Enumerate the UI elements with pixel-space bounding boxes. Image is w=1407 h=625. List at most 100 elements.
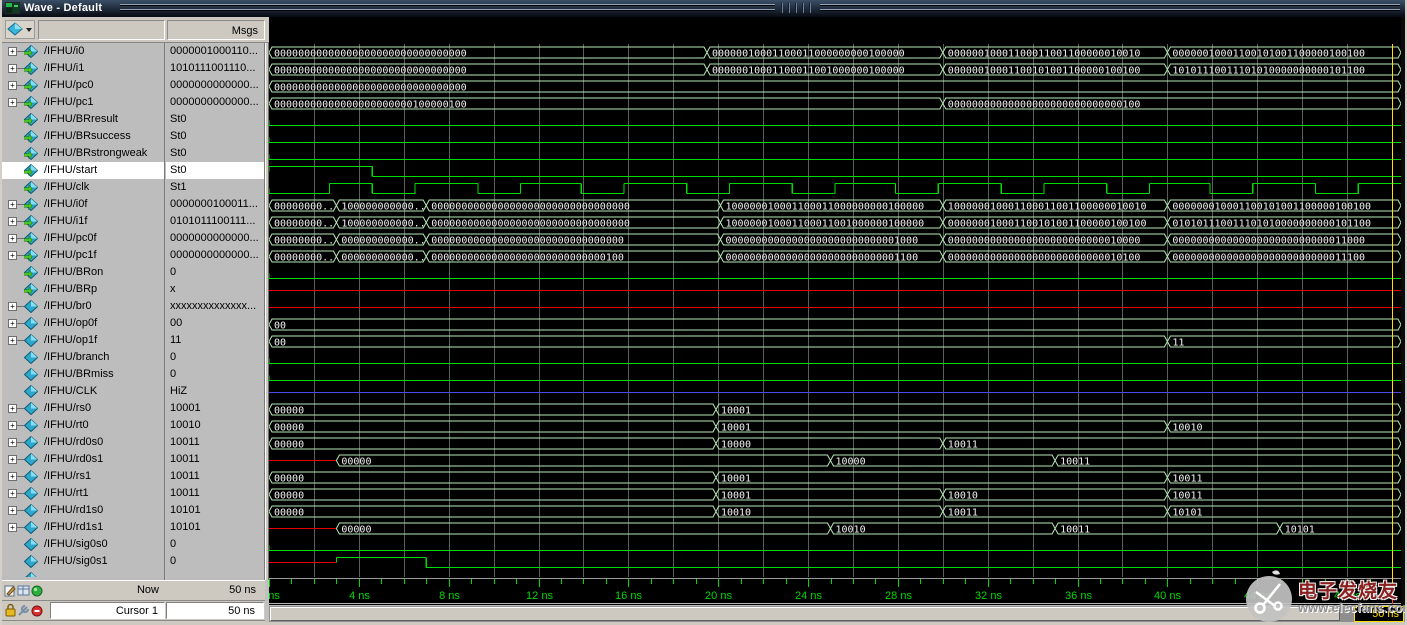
signal-row[interactable]: /IFHU/sig0s1 — [2, 553, 164, 570]
signal-value-row[interactable]: xxxxxxxxxxxxxx... — [166, 298, 264, 315]
titlebar[interactable]: Wave - Default — [2, 0, 1407, 17]
signal-value-row[interactable]: 11 — [166, 332, 264, 349]
expand-button[interactable]: + — [8, 455, 17, 464]
signal-row[interactable]: + /IFHU/br0 — [2, 298, 164, 315]
signal-row[interactable]: + /IFHU/pc1 — [2, 94, 164, 111]
signal-row[interactable]: /IFHU/BRsuccess — [2, 128, 164, 145]
signal-row[interactable]: /IFHU/start — [2, 162, 164, 179]
signal-value-row[interactable]: 0101011100111... — [166, 213, 264, 230]
signal-row[interactable]: /IFHU/branch — [2, 349, 164, 366]
signal-value-row[interactable]: 0000001000110... — [166, 43, 264, 60]
expand-button[interactable]: + — [8, 421, 17, 430]
signal-value-row[interactable]: 10011 — [166, 451, 264, 468]
expand-button[interactable]: + — [8, 200, 17, 209]
signal-row[interactable]: + /IFHU/i0f — [2, 196, 164, 213]
signal-row[interactable]: /IFHU/BRstrongweak — [2, 145, 164, 162]
signal-value-row[interactable]: x — [166, 281, 264, 298]
signal-row[interactable]: /IFHU/BRresult — [2, 111, 164, 128]
wave-edit-icons[interactable] — [4, 583, 48, 598]
expand-button[interactable]: + — [8, 64, 17, 73]
signal-value-row[interactable]: 0000000000000... — [166, 77, 264, 94]
signal-row[interactable]: /IFHU/CLK — [2, 383, 164, 400]
signal-value-row[interactable]: 0 — [166, 536, 264, 553]
signal-row[interactable]: /IFHU/clk — [2, 179, 164, 196]
signal-row[interactable]: + /IFHU/pc1f — [2, 247, 164, 264]
expand-button[interactable]: + — [8, 217, 17, 226]
expand-button[interactable]: + — [8, 506, 17, 515]
signal-value-row[interactable]: 10101 — [166, 502, 264, 519]
signal-row[interactable]: /IFHU/sig0s0 — [2, 536, 164, 553]
signal-value-row[interactable]: 0000000000000... — [166, 230, 264, 247]
signal-row[interactable]: + /IFHU/rt0 — [2, 417, 164, 434]
expand-button[interactable]: + — [8, 523, 17, 532]
expand-button[interactable]: + — [8, 251, 17, 260]
signal-row[interactable]: + /IFHU/pc0f — [2, 230, 164, 247]
signal-row[interactable]: /IFHU/BRp — [2, 281, 164, 298]
signal-value-row[interactable]: 10101 — [166, 519, 264, 536]
signal-value-row[interactable]: 10001 — [166, 400, 264, 417]
signal-row[interactable]: + /IFHU/op1f — [2, 332, 164, 349]
signal-value-row[interactable]: 10011 — [166, 485, 264, 502]
cursor1-label[interactable]: Cursor 1 — [50, 602, 165, 619]
signal-row[interactable]: /IFHU/BRmiss — [2, 366, 164, 383]
cursor-icons[interactable] — [4, 603, 48, 618]
signal-value-row[interactable]: 10011 — [166, 434, 264, 451]
expand-button[interactable]: + — [8, 438, 17, 447]
signal-row[interactable]: + /IFHU/i0 — [2, 43, 164, 60]
signal-row[interactable]: + /IFHU/pc0 — [2, 77, 164, 94]
msgs-column-header[interactable]: Msgs — [167, 20, 265, 40]
signal-value-row[interactable]: St0 — [166, 145, 264, 162]
pane-handle[interactable] — [781, 3, 815, 13]
signal-icon — [24, 368, 38, 381]
signal-value-row[interactable]: 00 — [166, 315, 264, 332]
signal-row[interactable]: + /IFHU/i1 — [2, 60, 164, 77]
names-column-header[interactable] — [38, 20, 165, 40]
signal-value-row[interactable]: 0000000000000... — [166, 247, 264, 264]
expand-button[interactable]: + — [8, 404, 17, 413]
signal-row[interactable]: + /IFHU/i1f — [2, 213, 164, 230]
signal-row[interactable]: + /IFHU/rd0s0 — [2, 434, 164, 451]
signal-row[interactable]: + /IFHU/rs1 — [2, 468, 164, 485]
signal-value-row[interactable]: St0 — [166, 111, 264, 128]
signal-value-row[interactable]: 10011 — [166, 468, 264, 485]
cursor1-value[interactable]: 50 ns — [166, 602, 264, 619]
waveform-canvas[interactable] — [269, 17, 1402, 605]
expand-button[interactable]: + — [8, 319, 17, 328]
cursor-time-badge[interactable]: 50 ns — [1354, 606, 1404, 622]
now-row: Now 50 ns — [2, 581, 265, 601]
signal-value-row[interactable]: 1010111001110... — [166, 60, 264, 77]
signal-row[interactable]: + /IFHU/rs0 — [2, 400, 164, 417]
signal-value-row[interactable]: 10010 — [166, 417, 264, 434]
signal-value-row[interactable]: St0 — [166, 162, 264, 179]
signal-icon — [24, 555, 38, 568]
signal-value-row[interactable]: St1 — [166, 179, 264, 196]
signal-value-row[interactable]: 0 — [166, 553, 264, 570]
signal-row[interactable]: + /IFHU/rd1s1 — [2, 519, 164, 536]
signal-value-row[interactable]: HiZ — [166, 383, 264, 400]
signal-row[interactable]: /IFHU/BRon — [2, 264, 164, 281]
scrollbar-thumb[interactable] — [270, 607, 1340, 621]
signal-value-row[interactable]: 0000000000000... — [166, 94, 264, 111]
expand-button[interactable]: + — [8, 489, 17, 498]
signal-row[interactable] — [2, 570, 164, 577]
signal-row[interactable]: + /IFHU/rd1s0 — [2, 502, 164, 519]
signal-value-row[interactable]: 0 — [166, 349, 264, 366]
expand-button[interactable]: + — [8, 47, 17, 56]
horizontal-scrollbar[interactable] — [269, 606, 1407, 622]
signal-menu-button[interactable] — [5, 20, 35, 39]
signal-value-row[interactable] — [166, 570, 264, 577]
expand-button[interactable]: + — [8, 98, 17, 107]
signal-row[interactable]: + /IFHU/rd0s1 — [2, 451, 164, 468]
expand-button[interactable]: + — [8, 302, 17, 311]
expand-button[interactable]: + — [8, 234, 17, 243]
signal-value-row[interactable]: St0 — [166, 128, 264, 145]
expand-button[interactable]: + — [8, 336, 17, 345]
signal-value-row[interactable]: 0000000100011... — [166, 196, 264, 213]
expand-button[interactable]: + — [8, 472, 17, 481]
signal-row[interactable]: + /IFHU/rt1 — [2, 485, 164, 502]
expand-button[interactable]: + — [8, 81, 17, 90]
panel-splitter[interactable] — [265, 43, 269, 580]
signal-value-row[interactable]: 0 — [166, 264, 264, 281]
signal-value-row[interactable]: 0 — [166, 366, 264, 383]
signal-row[interactable]: + /IFHU/op0f — [2, 315, 164, 332]
